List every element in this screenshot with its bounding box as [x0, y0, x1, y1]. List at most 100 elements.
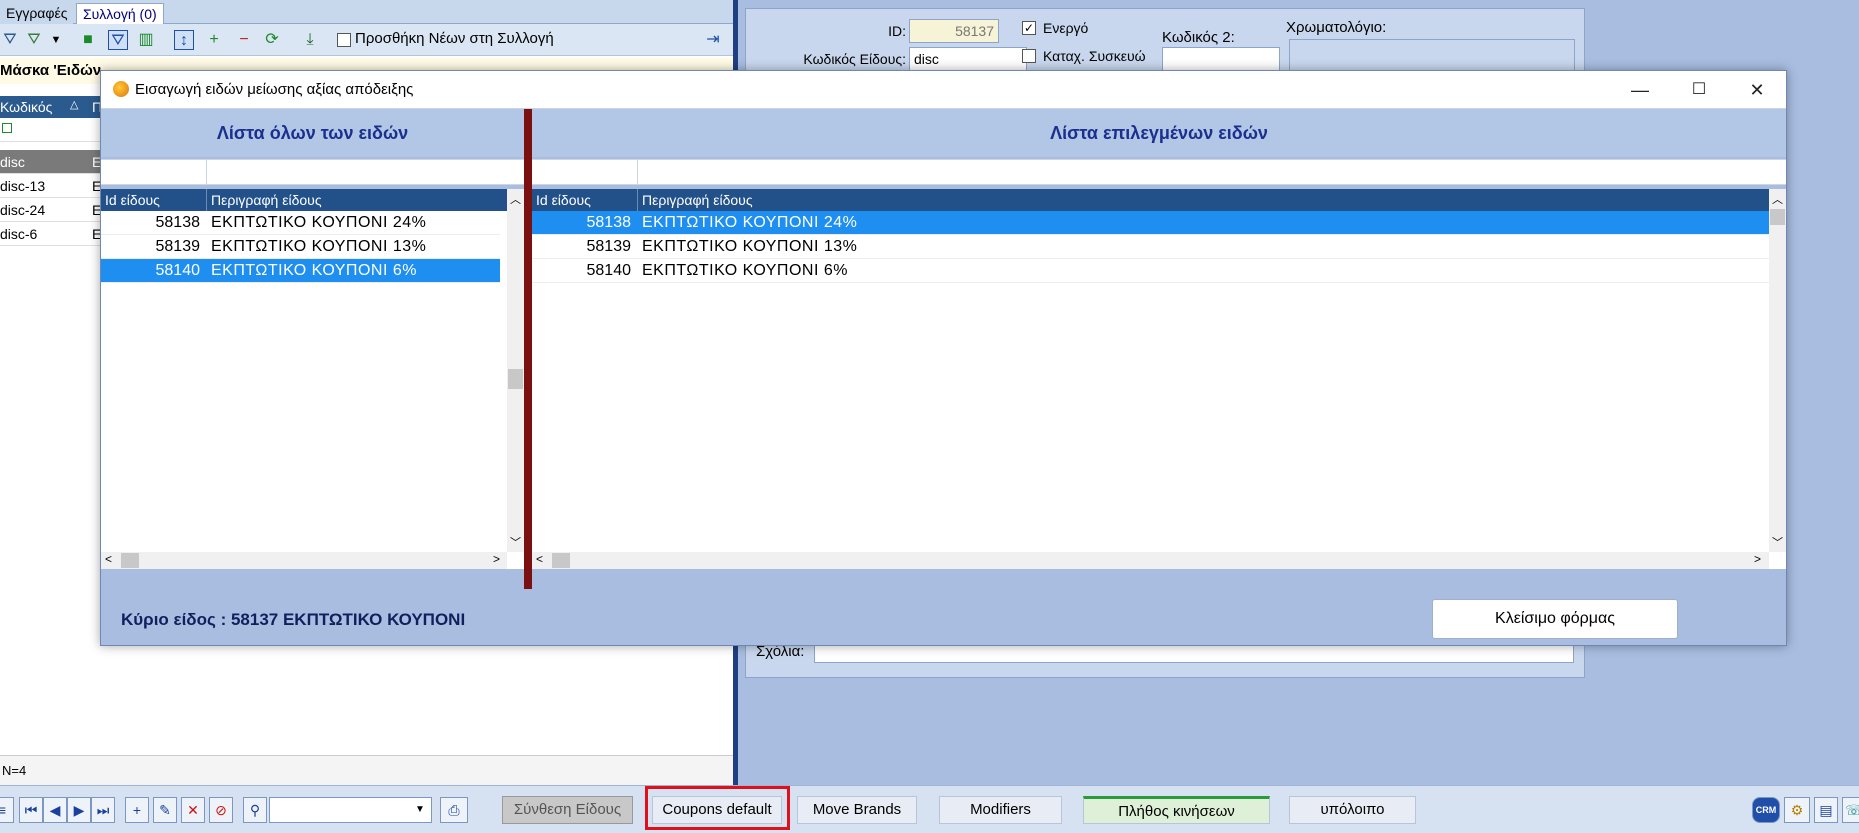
id-label: ID:	[888, 23, 906, 39]
records-status: N=4	[0, 755, 733, 785]
cancel-icon[interactable]: ⊘	[209, 797, 233, 823]
scroll-down-icon[interactable]: ﹀	[1772, 534, 1783, 550]
edit-icon[interactable]: ✎	[153, 797, 177, 823]
scroll-left-icon[interactable]: <	[536, 552, 543, 566]
code2-field[interactable]	[1162, 47, 1280, 71]
all-items-filter-row[interactable]	[101, 159, 524, 185]
item-desc: ΕΚΠΤΩΤΙΚΟ ΚΟΥΠΟΝΙ 24%	[211, 214, 427, 231]
chevron-down-icon[interactable]: ▼	[46, 30, 66, 50]
copy-icon[interactable]: ■	[78, 30, 98, 50]
active-checkbox[interactable]: ✓	[1022, 21, 1036, 35]
col-divider	[637, 189, 638, 211]
panel-export-icon[interactable]: ⇥	[703, 30, 723, 50]
scroll-right-icon[interactable]: >	[493, 552, 500, 566]
scroll-up-icon[interactable]: ︿	[510, 191, 521, 207]
add-new-checkbox[interactable]	[337, 33, 351, 47]
selected-items-row[interactable]: 58139 ΕΚΠΤΩΤΙΚΟ ΚΟΥΠΟΝΙ 13%	[532, 235, 1769, 259]
movements-count-button[interactable]: Πλήθος κινήσεων	[1083, 796, 1270, 824]
settings-icon[interactable]: ⚙	[1784, 797, 1810, 823]
id-field[interactable]: 58137	[909, 19, 999, 43]
records-tabbar: Εγγραφές Συλλογή (0)	[0, 0, 733, 24]
item-desc: ΕΚΠΤΩΤΙΚΟ ΚΟΥΠΟΝΙ 13%	[211, 238, 427, 255]
search-input[interactable]	[269, 797, 432, 823]
document-icon[interactable]: ▤	[1814, 797, 1838, 823]
all-items-hscroll[interactable]: < >	[101, 552, 507, 569]
resize-icon[interactable]: ↕	[174, 30, 194, 50]
prev-record-icon[interactable]: ◀	[43, 797, 67, 823]
modifiers-button[interactable]: Modifiers	[939, 796, 1062, 824]
hscroll-thumb[interactable]	[552, 553, 570, 568]
filter-divider	[637, 160, 638, 184]
crm-icon[interactable]: CRM	[1752, 797, 1780, 823]
row-code: disc-6	[0, 226, 38, 242]
col-desc-header[interactable]: Περιγραφή είδους	[642, 192, 753, 208]
all-items-title: Λίστα όλων των ειδών	[101, 109, 524, 157]
menu-icon[interactable]: ≡	[0, 797, 14, 823]
filter-cell-icon	[2, 123, 12, 133]
scroll-up-icon[interactable]: ︿	[1772, 191, 1783, 207]
selected-items-hscroll[interactable]: < >	[532, 552, 1769, 569]
col-code-header[interactable]: Κωδικός	[0, 99, 52, 115]
sort-icon[interactable]: △	[70, 98, 78, 111]
selected-items-filter-row[interactable]	[532, 159, 1786, 185]
all-items-row[interactable]: 58138 ΕΚΠΤΩΤΙΚΟ ΚΟΥΠΟΝΙ 24%	[101, 211, 500, 235]
item-desc: ΕΚΠΤΩΤΙΚΟ ΚΟΥΠΟΝΙ 24%	[642, 214, 858, 231]
scroll-down-icon[interactable]: ﹀	[510, 534, 521, 550]
print-icon[interactable]: ⎙	[440, 797, 468, 823]
all-items-vscroll[interactable]: ︿ ﹀	[507, 189, 524, 552]
dialog-titlebar: Εισαγωγή ειδών μείωσης αξίας απόδειξης —…	[101, 71, 1786, 109]
remove-row-icon[interactable]: −	[234, 30, 254, 50]
selected-items-grid-header: Id είδους Περιγραφή είδους	[532, 189, 1769, 211]
filter-check-icon[interactable]: ⛛	[24, 30, 44, 50]
pane-splitter[interactable]	[524, 109, 532, 589]
row-code: disc-24	[0, 202, 46, 218]
col-id-header[interactable]: Id είδους	[105, 192, 160, 208]
add-icon[interactable]: +	[125, 797, 149, 823]
search-icon[interactable]: ⚲	[243, 797, 267, 823]
device-checkbox[interactable]	[1022, 49, 1036, 63]
item-desc: ΕΚΠΤΩΤΙΚΟ ΚΟΥΠΟΝΙ 13%	[642, 238, 858, 255]
scroll-thumb[interactable]	[508, 369, 523, 389]
col-id-header[interactable]: Id είδους	[536, 192, 591, 208]
main-item-label: Κύριο είδος : 58137 ΕΚΠΤΩΤΙΚΟ ΚΟΥΠΟΝΙ	[121, 610, 466, 629]
hscroll-thumb[interactable]	[121, 553, 139, 568]
maximize-icon[interactable]: ☐	[1676, 75, 1722, 105]
scroll-right-icon[interactable]: >	[1754, 552, 1761, 566]
close-icon[interactable]: ✕	[1734, 75, 1780, 105]
columns-icon[interactable]: ▥	[136, 30, 156, 50]
all-items-row[interactable]: 58140 ΕΚΠΤΩΤΙΚΟ ΚΟΥΠΟΝΙ 6%	[101, 259, 500, 283]
app-icon	[113, 81, 129, 97]
all-items-row[interactable]: 58139 ΕΚΠΤΩΤΙΚΟ ΚΟΥΠΟΝΙ 13%	[101, 235, 500, 259]
scroll-left-icon[interactable]: <	[105, 552, 112, 566]
close-form-button[interactable]: Κλείσιμο φόρμας	[1432, 599, 1678, 639]
refresh-icon[interactable]: ⟳	[262, 30, 282, 50]
coupon-items-dialog: Εισαγωγή ειδών μείωσης αξίας απόδειξης —…	[100, 70, 1787, 646]
row-code: disc-13	[0, 178, 46, 194]
move-brands-button[interactable]: Move Brands	[797, 796, 917, 824]
color-label: Χρωματολόγιο:	[1286, 19, 1387, 36]
tab-records[interactable]: Εγγραφές	[0, 3, 74, 24]
first-record-icon[interactable]: ⏮	[19, 797, 43, 823]
col-desc-header[interactable]: Περιγραφή είδους	[211, 192, 322, 208]
compose-item-button[interactable]: Σύνθεση Είδους	[502, 796, 633, 824]
active-label: Ενεργό	[1043, 20, 1089, 36]
next-record-icon[interactable]: ▶	[67, 797, 91, 823]
filter-toggle-icon[interactable]: ⛛	[108, 30, 128, 50]
delete-icon[interactable]: ✕	[181, 797, 205, 823]
item-id: 58139	[586, 238, 632, 255]
scroll-thumb[interactable]	[1770, 209, 1785, 225]
selected-items-row[interactable]: 58138 ΕΚΠΤΩΤΙΚΟ ΚΟΥΠΟΝΙ 24%	[532, 211, 1769, 235]
filter-icon[interactable]: ⛛	[0, 30, 20, 50]
balance-button[interactable]: υπόλοιπο	[1289, 796, 1416, 824]
phone-icon[interactable]: ☏	[1842, 797, 1859, 823]
last-record-icon[interactable]: ⏭	[91, 797, 115, 823]
selected-items-row[interactable]: 58140 ΕΚΠΤΩΤΙΚΟ ΚΟΥΠΟΝΙ 6%	[532, 259, 1769, 283]
minimize-icon[interactable]: —	[1617, 75, 1663, 105]
download-icon[interactable]: ⤓	[300, 30, 320, 50]
coupons-default-button[interactable]: Coupons default	[652, 796, 782, 824]
code-field[interactable]: disc	[909, 47, 1027, 71]
add-row-icon[interactable]: +	[204, 30, 224, 50]
dropdown-icon[interactable]: ▼	[410, 798, 430, 822]
selected-items-vscroll[interactable]: ︿ ﹀	[1769, 189, 1786, 552]
tab-collection[interactable]: Συλλογή (0)	[76, 3, 164, 24]
